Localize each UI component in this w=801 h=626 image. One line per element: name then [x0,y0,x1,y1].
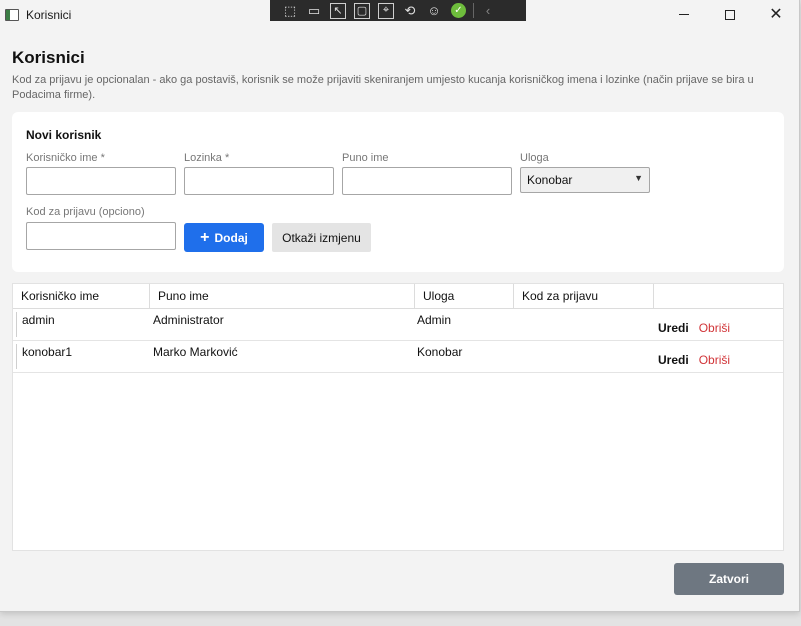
minimize-button[interactable] [661,0,707,29]
users-window: Korisnici ⬚ ▭ ↖ ▢ ⌖ ⟲ ☺ ✓ ‹ ✕ Korisnici … [0,0,800,612]
layout-adorner-icon[interactable]: ▢ [350,0,374,21]
form-title: Novi korisnik [26,128,102,142]
record-icon[interactable]: ▭ [302,0,326,21]
cell-code [514,341,654,372]
code-label: Kod za prijavu (opciono) [26,206,145,218]
cell-fullname: Marko Marković [153,345,238,359]
fullname-input[interactable] [342,167,512,195]
toolbar-separator [473,3,474,18]
column-header-role[interactable]: Uloga [415,284,514,308]
add-button-label: Dodaj [214,230,248,245]
accessibility-icon[interactable]: ☺ [422,0,446,21]
check-icon[interactable]: ✓ [451,3,466,18]
row-actions: Uredi Obriši [654,341,730,372]
track-focus-icon[interactable]: ⌖ [374,0,398,21]
cell-role: Konobar [417,345,463,359]
column-header-actions [654,284,783,308]
close-icon: ✕ [769,5,783,23]
add-user-button[interactable]: + Dodaj [184,223,264,252]
fullname-label: Puno ime [342,152,389,164]
row-actions: Uredi Obriši [654,309,730,340]
cancel-edit-button[interactable]: Otkaži izmjenu [272,223,371,252]
password-input[interactable] [184,167,334,195]
plus-icon: + [200,228,210,246]
select-element-icon[interactable]: ⬚ [278,0,302,21]
chevron-down-icon: ▼ [634,173,643,183]
maximize-button[interactable] [707,0,753,29]
collapse-chevron-icon[interactable]: ‹ [476,0,500,21]
username-input[interactable] [26,167,176,195]
password-label: Lozinka * [184,152,230,164]
new-user-form: Novi korisnik Korisničko ime * Lozinka *… [12,112,784,272]
maximize-icon [725,9,735,20]
column-header-username[interactable]: Korisničko ime [13,284,150,308]
column-header-code[interactable]: Kod za prijavu [514,284,654,308]
close-button[interactable]: Zatvori [674,563,784,595]
edit-button[interactable]: Uredi [658,353,689,367]
cell-fullname: Administrator [153,313,224,327]
edit-button[interactable]: Uredi [658,321,689,335]
role-select[interactable]: Konobar ▼ [520,167,650,193]
role-label: Uloga [520,152,549,164]
cell-username: admin [22,313,55,327]
username-label: Korisničko ime * [26,152,105,164]
table-header: Korisničko ime Puno ime Uloga Kod za pri… [13,284,783,309]
minimize-icon [679,14,689,15]
title-bar: Korisnici ⬚ ▭ ↖ ▢ ⌖ ⟲ ☺ ✓ ‹ ✕ [0,0,799,29]
table-row[interactable]: konobar1 Marko Marković Konobar Uredi Ob… [13,341,783,373]
close-window-button[interactable]: ✕ [753,0,799,29]
cell-code [514,309,654,340]
login-code-input[interactable] [26,222,176,250]
users-table: Korisničko ime Puno ime Uloga Kod za pri… [12,283,784,551]
hot-reload-icon[interactable]: ⟲ [398,0,422,21]
pointer-select-icon[interactable]: ↖ [326,0,350,21]
column-header-fullname[interactable]: Puno ime [150,284,415,308]
table-row[interactable]: admin Administrator Admin Uredi Obriši [13,309,783,341]
cell-username: konobar1 [22,345,73,359]
page-title: Korisnici [12,48,85,67]
role-select-value: Konobar [527,173,573,187]
delete-button[interactable]: Obriši [699,353,730,367]
window-controls: ✕ [661,0,799,29]
cell-role: Admin [417,313,452,327]
delete-button[interactable]: Obriši [699,321,730,335]
page-description: Kod za prijavu je opcionalan - ako ga po… [12,74,754,101]
window-title: Korisnici [26,7,72,22]
debug-toolbar: ⬚ ▭ ↖ ▢ ⌖ ⟲ ☺ ✓ ‹ [270,0,526,21]
app-icon [5,8,19,21]
